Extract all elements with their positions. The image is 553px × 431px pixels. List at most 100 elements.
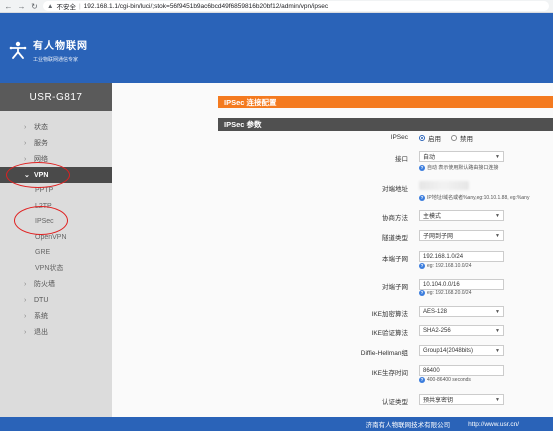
ipsec-label: IPSec bbox=[390, 134, 408, 141]
sidebar-subitem-l2tp[interactable]: L2TP bbox=[0, 199, 112, 215]
select-box[interactable]: 预共享密钥 ▼ bbox=[419, 394, 504, 405]
address-bar[interactable]: ▲ 不安全 | 192.168.1.1/cgi-bin/luci/;stok=5… bbox=[43, 1, 549, 11]
select-value: SHA2-256 bbox=[423, 327, 451, 334]
chevron-down-icon: ▼ bbox=[495, 153, 500, 160]
remote-subnet-input-wrap: 10.104.0.0/16 bbox=[419, 279, 504, 290]
select-value: Group14(2048bits) bbox=[423, 347, 474, 354]
footer-link[interactable]: http://www.usr.cn/ bbox=[468, 421, 519, 428]
ike-lifetime-input-wrap: 86400 bbox=[419, 365, 504, 376]
ike-encryption-select[interactable]: AES-128 ▼ bbox=[419, 306, 504, 317]
dh-group-label: Diffie-Hellman组 bbox=[360, 350, 408, 357]
select-box[interactable]: 主模式 ▼ bbox=[419, 210, 504, 221]
hint-text: eg: 192.168.20.0/24 bbox=[427, 290, 472, 296]
auth-type-select[interactable]: 预共享密钥 ▼ bbox=[419, 394, 504, 405]
sidebar-item-firewall[interactable]: › 防火墙 bbox=[0, 276, 112, 292]
sidebar-subitem-vpn-status[interactable]: VPN状态 bbox=[0, 261, 112, 277]
negotiation-select[interactable]: 主模式 ▼ bbox=[419, 210, 504, 221]
ike-auth-label: IKE验证算法 bbox=[371, 330, 408, 337]
chevron-right-icon: › bbox=[24, 312, 27, 320]
local-subnet-label: 本端子网 bbox=[382, 256, 408, 263]
peer-address-input-blurred[interactable] bbox=[419, 181, 469, 190]
app-header: 有人物联网 工业物联网通信专家 bbox=[0, 13, 553, 83]
local-subnet-hint: ? eg: 192.168.10.0/24 bbox=[419, 263, 472, 269]
interface-select[interactable]: 自动 ▼ bbox=[419, 151, 504, 162]
chevron-right-icon: › bbox=[24, 155, 27, 163]
ipsec-disable-radio[interactable]: 禁用 bbox=[450, 133, 473, 143]
browser-toolbar: ← → ↻ ▲ 不安全 | 192.168.1.1/cgi-bin/luci/;… bbox=[0, 0, 553, 13]
sidebar-item-label: VPN bbox=[34, 171, 49, 179]
help-icon: ? bbox=[419, 263, 425, 269]
select-box[interactable]: AES-128 ▼ bbox=[419, 306, 504, 317]
chevron-down-icon: ▼ bbox=[495, 396, 500, 403]
ipsec-enable-radio[interactable]: 启用 bbox=[419, 133, 441, 143]
chevron-right-icon: › bbox=[24, 123, 27, 131]
chevron-right-icon: › bbox=[24, 328, 27, 336]
radio-label: 启用 bbox=[428, 136, 441, 143]
sidebar: USR-G817 › 状态 › 服务 › 网络 ⌄ VPN PPTP L2TP IPSe… bbox=[0, 83, 112, 431]
page-title: IPSec 连接配置 bbox=[218, 96, 553, 108]
sidebar-subitem-pptp[interactable]: PPTP bbox=[0, 183, 112, 199]
person-network-icon bbox=[8, 40, 28, 60]
sidebar-item-dtu[interactable]: › DTU bbox=[0, 292, 112, 308]
sidebar-item-label: 防火墙 bbox=[34, 281, 55, 288]
sidebar-item-system[interactable]: › 系统 bbox=[0, 308, 112, 324]
hint-text: eg: 192.168.10.0/24 bbox=[427, 263, 472, 269]
interface-hint: ? 自动 表示使用默认路由接口连接 bbox=[419, 164, 498, 171]
sidebar-subitem-gre[interactable]: GRE bbox=[0, 245, 112, 261]
ike-lifetime-input[interactable]: 86400 bbox=[419, 365, 504, 376]
chevron-right-icon: › bbox=[24, 280, 27, 288]
select-value: 自动 bbox=[423, 155, 436, 161]
select-box[interactable]: 子网到子网 ▼ bbox=[419, 230, 504, 241]
sidebar-item-label: 退出 bbox=[34, 329, 48, 336]
help-icon: ? bbox=[419, 164, 425, 171]
help-icon: ? bbox=[419, 377, 425, 383]
section-title: IPSec 参数 bbox=[218, 118, 553, 131]
ike-lifetime-label: IKE生存时间 bbox=[371, 370, 408, 377]
sidebar-item-status[interactable]: › 状态 bbox=[0, 119, 112, 135]
chevron-down-icon: ▼ bbox=[495, 327, 500, 334]
select-box[interactable]: 自动 ▼ bbox=[419, 151, 504, 162]
sidebar-subitem-openvpn[interactable]: OpenVPN bbox=[0, 230, 112, 246]
chevron-down-icon: ▼ bbox=[495, 308, 500, 315]
footer-company: 济南有人物联网技术有限公司 bbox=[365, 422, 451, 429]
chevron-right-icon: › bbox=[24, 139, 27, 147]
forward-icon[interactable]: → bbox=[17, 2, 26, 11]
help-icon: ? bbox=[419, 194, 425, 201]
auth-type-label: 认证类型 bbox=[382, 399, 408, 406]
warning-icon: ▲ bbox=[47, 2, 54, 10]
ike-lifetime-hint: ? 400-86400 seconds bbox=[419, 377, 471, 383]
device-model: USR-G817 bbox=[0, 83, 112, 111]
sidebar-item-logout[interactable]: › 退出 bbox=[0, 324, 112, 340]
sidebar-subitem-ipsec[interactable]: IPSec bbox=[0, 214, 112, 230]
chevron-right-icon: › bbox=[24, 296, 27, 304]
negotiation-label: 协商方法 bbox=[382, 215, 408, 222]
tunnel-type-select[interactable]: 子网到子网 ▼ bbox=[419, 230, 504, 241]
select-box[interactable]: SHA2-256 ▼ bbox=[419, 325, 504, 336]
radio-label: 禁用 bbox=[459, 136, 473, 143]
select-box[interactable]: Group14(2048bits) ▼ bbox=[419, 345, 504, 356]
sidebar-item-services[interactable]: › 服务 bbox=[0, 135, 112, 151]
remote-subnet-label: 对端子网 bbox=[382, 284, 408, 291]
dh-group-select[interactable]: Group14(2048bits) ▼ bbox=[419, 345, 504, 356]
hint-text: 自动 表示使用默认路由接口连接 bbox=[427, 165, 499, 171]
brand-name: 有人物联网 bbox=[33, 41, 88, 52]
ike-auth-select[interactable]: SHA2-256 ▼ bbox=[419, 325, 504, 336]
brand-logo: 有人物联网 工业物联网通信专家 bbox=[8, 37, 88, 63]
chevron-down-icon: ▼ bbox=[495, 347, 500, 354]
back-icon[interactable]: ← bbox=[4, 2, 13, 11]
footer: 济南有人物联网技术有限公司 http://www.usr.cn/ bbox=[0, 417, 553, 431]
sidebar-item-vpn[interactable]: ⌄ VPN bbox=[0, 167, 112, 183]
ike-encryption-label: IKE加密算法 bbox=[371, 311, 408, 318]
hint-text: IP地址/域名或者%any,eg:10.10.1.88, eg:%any bbox=[427, 195, 530, 201]
remote-subnet-input[interactable]: 10.104.0.0/16 bbox=[419, 279, 504, 290]
interface-label: 接口 bbox=[395, 156, 408, 163]
url-text: 192.168.1.1/cgi-bin/luci/;stok=56f9451b9… bbox=[83, 2, 329, 10]
tunnel-type-label: 隧道类型 bbox=[382, 235, 408, 242]
ipsec-radio-group: 启用 禁用 bbox=[419, 133, 481, 143]
chevron-down-icon: ⌄ bbox=[24, 172, 30, 179]
local-subnet-input[interactable]: 192.168.1.0/24 bbox=[419, 251, 504, 262]
sidebar-item-network[interactable]: › 网络 bbox=[0, 151, 112, 167]
separator: | bbox=[78, 2, 81, 10]
peer-address-label: 对端地址 bbox=[382, 186, 408, 193]
reload-icon[interactable]: ↻ bbox=[30, 2, 39, 11]
